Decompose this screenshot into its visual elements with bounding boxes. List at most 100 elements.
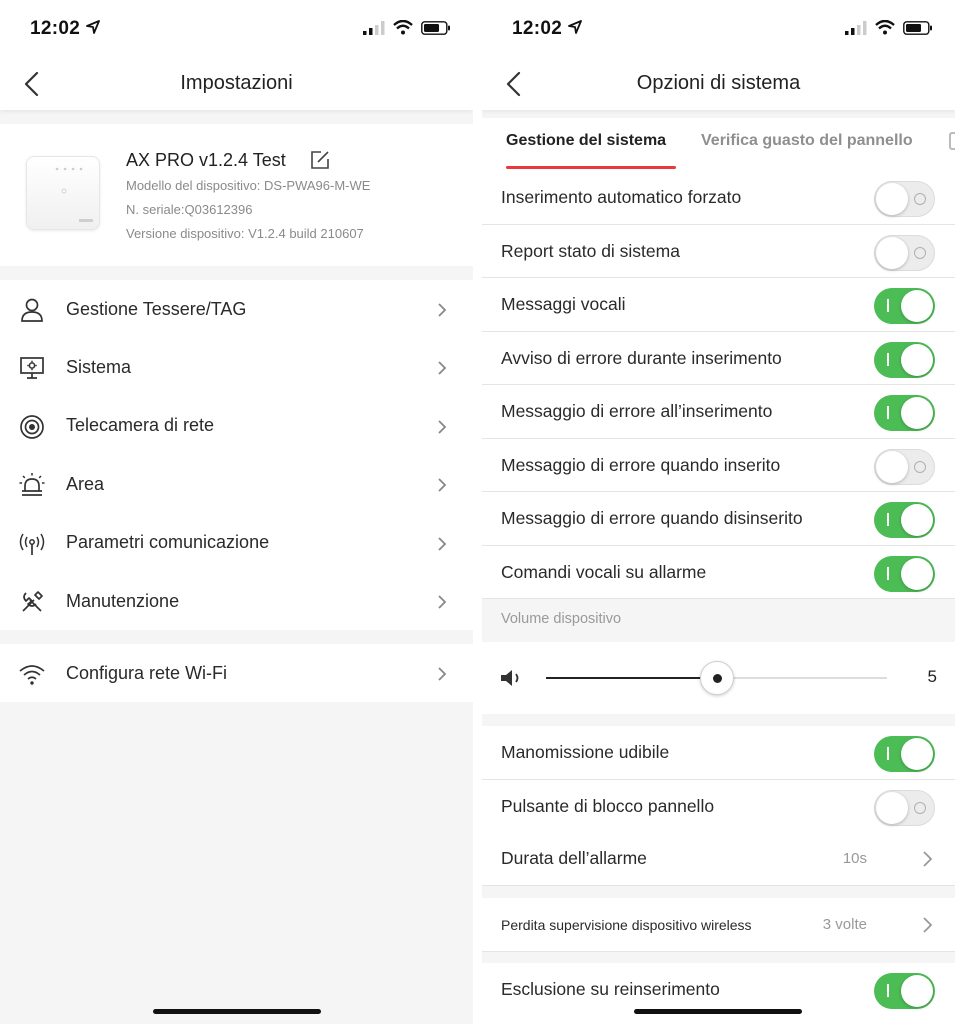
- menu-item-area[interactable]: Area: [0, 455, 473, 513]
- chevron-right-icon: [923, 851, 933, 867]
- bypass-row: Esclusione su reinserimento: [482, 963, 955, 1024]
- status-time: 12:02: [512, 18, 563, 39]
- toggle-row: Avviso di errore durante inserimento: [482, 331, 955, 385]
- menu-label: Telecamera di rete: [66, 415, 215, 436]
- toggle-label: Report stato di sistema: [501, 240, 680, 261]
- chevron-right-icon: [438, 478, 447, 492]
- section-volume-label: Volume dispositivo: [501, 611, 622, 627]
- nav-bar: Opzioni di sistema: [482, 58, 955, 110]
- toggle-switch[interactable]: [874, 448, 935, 485]
- alarm-duration-label: Durata dell’allarme: [501, 848, 647, 868]
- status-bar: 12:02: [482, 0, 955, 58]
- system-options-screen: 12:02 Opzioni di sistema Gestione del si…: [482, 0, 955, 1024]
- toggle-row: Messaggio di errore all’inserimento: [482, 385, 955, 439]
- battery-icon: [903, 20, 932, 35]
- home-indicator[interactable]: [153, 1009, 321, 1014]
- bypass-label: Esclusione su reinserimento: [501, 979, 720, 999]
- toggle-switch[interactable]: [874, 736, 935, 772]
- toggle-row: Pulsante di blocco pannello: [482, 779, 955, 833]
- alarm-duration-value: 10s: [842, 850, 867, 867]
- camera-icon: [20, 414, 44, 439]
- menu-label: Gestione Tessere/TAG: [66, 298, 247, 319]
- device-model: Modello del dispositivo: DS-PWA96-M-WE: [126, 178, 371, 193]
- status-bar: 12:02: [0, 0, 473, 58]
- wifi-icon: [19, 665, 45, 685]
- toggle-label: Pulsante di blocco pannello: [501, 795, 715, 816]
- device-image: [26, 156, 100, 230]
- tab-bar: Gestione del sistema Verifica guasto del…: [482, 118, 955, 172]
- user-icon: [21, 298, 43, 322]
- tab-verifica-guasto[interactable]: Verifica guasto del pannello: [701, 132, 913, 150]
- device-name: AX PRO v1.2.4 Test: [126, 150, 286, 170]
- volume-slider-thumb[interactable]: [699, 661, 734, 695]
- device-card[interactable]: AX PRO v1.2.4 Test Modello del dispositi…: [0, 124, 473, 266]
- toggle-label: Avviso di errore durante inserimento: [501, 347, 782, 368]
- device-version: Versione dispositivo: V1.2.4 build 21060…: [126, 226, 364, 241]
- bypass-toggle[interactable]: [874, 973, 935, 1009]
- toggle-switch[interactable]: [874, 288, 935, 324]
- tools-icon: [22, 591, 43, 612]
- settings-screen: 12:02 Impostazioni AX PRO v1.2.4 Test Mo…: [0, 0, 473, 1024]
- toggle-switch[interactable]: [874, 555, 935, 592]
- toggle-label: Messaggi vocali: [501, 294, 626, 314]
- home-indicator[interactable]: [634, 1009, 802, 1014]
- antenna-icon: [19, 533, 45, 555]
- toggle-label: Inserimento automatico forzato: [501, 187, 742, 207]
- toggle-label: Messaggio di errore quando inserito: [501, 454, 781, 475]
- menu-item-telecamera[interactable]: Telecamera di rete: [0, 397, 473, 455]
- chevron-right-icon: [438, 595, 447, 609]
- toggle-row: Manomissione udibile: [482, 726, 955, 780]
- toggle-row: Messaggio di errore quando disinserito: [482, 492, 955, 546]
- volume-value: 5: [927, 667, 937, 686]
- toggle-label: Messaggio di errore quando disinserito: [501, 508, 803, 528]
- device-serial: N. seriale:Q03612396: [126, 202, 253, 217]
- toggle-switch[interactable]: [874, 181, 935, 217]
- toggle-row: Inserimento automatico forzato: [482, 171, 955, 225]
- active-tab-indicator: [506, 166, 676, 169]
- nav-bar: Impostazioni: [0, 58, 473, 110]
- alarm-duration-row[interactable]: Durata dell’allarme 10s: [482, 832, 955, 886]
- chevron-right-icon: [438, 420, 447, 434]
- battery-icon: [421, 20, 450, 35]
- menu-item-wifi[interactable]: Configura rete Wi-Fi: [0, 644, 473, 702]
- chevron-right-icon: [923, 917, 933, 933]
- volume-row: 5: [482, 642, 955, 714]
- settings-menu: Gestione Tessere/TAG Sistema Telecamera …: [0, 280, 473, 631]
- toggle-switch[interactable]: [874, 341, 935, 378]
- supervision-value: 3 volte: [822, 916, 867, 933]
- toggle-switch[interactable]: [874, 789, 935, 826]
- tab-gestione-sistema[interactable]: Gestione del sistema: [506, 132, 666, 150]
- status-time: 12:02: [30, 18, 81, 39]
- toggle-switch[interactable]: [874, 502, 935, 538]
- menu-item-sistema[interactable]: Sistema: [0, 338, 473, 396]
- menu-label: Configura rete Wi-Fi: [66, 662, 228, 683]
- edit-icon[interactable]: [309, 149, 331, 171]
- toggle-switch[interactable]: [874, 234, 935, 271]
- menu-item-manutenzione[interactable]: Manutenzione: [0, 572, 473, 630]
- chevron-right-icon: [438, 303, 447, 317]
- toggle-label: Comandi vocali su allarme: [501, 561, 707, 582]
- speaker-icon: [501, 670, 519, 686]
- cellular-signal-icon: [845, 20, 867, 35]
- page-title: Opzioni di sistema: [636, 72, 801, 94]
- location-arrow-icon: [86, 20, 100, 34]
- next-tab-partial[interactable]: [949, 132, 955, 150]
- volume-slider[interactable]: [546, 661, 887, 695]
- menu-item-comunicazione[interactable]: Parametri comunicazione: [0, 514, 473, 572]
- volume-slider-fill: [546, 677, 717, 679]
- supervision-label: Perdita supervisione dispositivo wireles…: [501, 917, 752, 933]
- toggle-switch[interactable]: [874, 395, 935, 431]
- chevron-right-icon: [438, 536, 447, 551]
- chevron-right-icon: [438, 667, 447, 681]
- wifi-status-icon: [875, 20, 895, 35]
- toggle-label: Manomissione udibile: [501, 742, 670, 762]
- toggle-row: Messaggi vocali: [482, 278, 955, 332]
- system-monitor-icon: [20, 357, 44, 380]
- menu-item-tessere[interactable]: Gestione Tessere/TAG: [0, 280, 473, 338]
- network-menu: Configura rete Wi-Fi: [0, 644, 473, 703]
- menu-label: Parametri comunicazione: [66, 532, 270, 553]
- menu-label: Area: [66, 473, 105, 494]
- toggle-row: Messaggio di errore quando inserito: [482, 438, 955, 492]
- supervision-row[interactable]: Perdita supervisione dispositivo wireles…: [482, 898, 955, 952]
- page-title: Impostazioni: [180, 72, 293, 94]
